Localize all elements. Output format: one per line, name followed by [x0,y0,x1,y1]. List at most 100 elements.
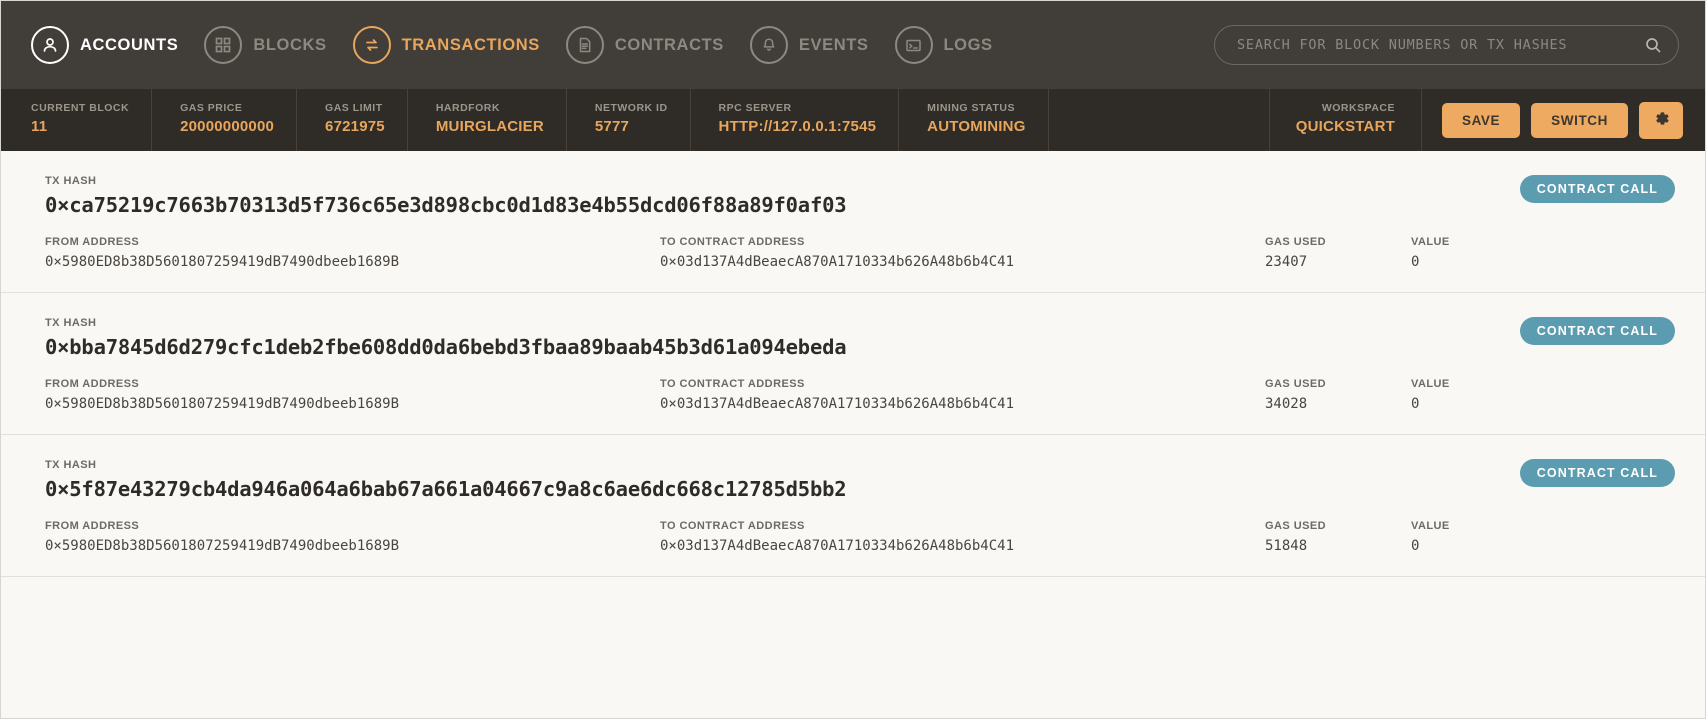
to-contract-address-value: 0×03d137A4dBeaecA870A1710334b626A48b6b4C… [660,396,1265,412]
status-value: MUIRGLACIER [436,118,544,135]
from-address-label: FROM ADDRESS [45,378,660,390]
from-address-label: FROM ADDRESS [45,520,660,532]
status-badge[interactable]: CONTRACT CALL [1520,317,1675,345]
nav-tab-label: EVENTS [799,36,869,55]
tx-value: VALUE 0 [1411,378,1541,412]
nav-tab-logs[interactable]: LOGS [895,26,993,64]
status-network-id: NETWORK ID 5777 [567,89,691,151]
status-gas-price: GAS PRICE 20000000000 [152,89,297,151]
nav-tab-contracts[interactable]: CONTRACTS [566,26,724,64]
tx-gas: GAS USED 34028 [1265,378,1411,412]
nav-tab-events[interactable]: EVENTS [750,26,869,64]
nav-tab-label: CONTRACTS [615,36,724,55]
table-row[interactable]: TX HASH 0×bba7845d6d279cfc1deb2fbe608dd0… [1,293,1705,435]
switch-button[interactable]: SWITCH [1531,103,1628,138]
table-row[interactable]: TX HASH 0×5f87e43279cb4da946a064a6bab67a… [1,435,1705,577]
to-contract-address-label: TO CONTRACT ADDRESS [660,520,1265,532]
bell-icon [750,26,788,64]
tx-from: FROM ADDRESS 0×5980ED8b38D5601807259419d… [45,378,660,412]
to-contract-address-label: TO CONTRACT ADDRESS [660,236,1265,248]
tx-hash-label: TX HASH [45,175,1675,187]
status-gas-limit: GAS LIMIT 6721975 [297,89,408,151]
to-contract-address-value: 0×03d137A4dBeaecA870A1710334b626A48b6b4C… [660,254,1265,270]
tx-hash-value: 0×bba7845d6d279cfc1deb2fbe608dd0da6bebd3… [45,335,1675,359]
tx-details: FROM ADDRESS 0×5980ED8b38D5601807259419d… [45,520,1675,554]
nav-tab-blocks[interactable]: BLOCKS [204,26,326,64]
tx-value: VALUE 0 [1411,520,1541,554]
tx-gas: GAS USED 23407 [1265,236,1411,270]
settings-button[interactable] [1639,102,1683,139]
to-contract-address-label: TO CONTRACT ADDRESS [660,378,1265,390]
tx-hash-value: 0×ca75219c7663b70313d5f736c65e3d898cbc0d… [45,193,1675,217]
gas-used-label: GAS USED [1265,236,1411,248]
tx-from: FROM ADDRESS 0×5980ED8b38D5601807259419d… [45,236,660,270]
nav-tab-label: BLOCKS [253,36,326,55]
status-value: HTTP://127.0.0.1:7545 [719,118,877,135]
value-value: 0 [1411,396,1541,412]
search-bar[interactable] [1214,25,1679,65]
person-icon [31,26,69,64]
gear-icon [1652,109,1671,131]
status-value: 11 [31,118,129,135]
tx-to: TO CONTRACT ADDRESS 0×03d137A4dBeaecA870… [660,378,1265,412]
value-label: VALUE [1411,236,1541,248]
gas-used-label: GAS USED [1265,520,1411,532]
tx-gas: GAS USED 51848 [1265,520,1411,554]
nav-tab-label: TRANSACTIONS [402,36,540,55]
status-workspace: WORKSPACE QUICKSTART [1270,89,1422,151]
tx-value: VALUE 0 [1411,236,1541,270]
status-buttons: SAVE SWITCH [1422,89,1705,151]
status-label: GAS PRICE [180,102,274,114]
tx-details: FROM ADDRESS 0×5980ED8b38D5601807259419d… [45,236,1675,270]
value-value: 0 [1411,254,1541,270]
search-input[interactable] [1237,37,1644,53]
workspace-value: QUICKSTART [1296,118,1395,135]
status-badge[interactable]: CONTRACT CALL [1520,175,1675,203]
gas-used-value: 51848 [1265,538,1411,554]
status-label: NETWORK ID [595,102,668,114]
document-icon [566,26,604,64]
from-address-value: 0×5980ED8b38D5601807259419dB7490dbeeb168… [45,254,660,270]
nav-tab-accounts[interactable]: ACCOUNTS [31,26,178,64]
status-value: 6721975 [325,118,385,135]
tx-details: FROM ADDRESS 0×5980ED8b38D5601807259419d… [45,378,1675,412]
nav-tab-label: ACCOUNTS [80,36,178,55]
nav-tab-transactions[interactable]: TRANSACTIONS [353,26,540,64]
value-value: 0 [1411,538,1541,554]
gas-used-value: 34028 [1265,396,1411,412]
tx-hash-label: TX HASH [45,459,1675,471]
nav-tab-label: LOGS [944,36,993,55]
to-contract-address-value: 0×03d137A4dBeaecA870A1710334b626A48b6b4C… [660,538,1265,554]
tx-to: TO CONTRACT ADDRESS 0×03d137A4dBeaecA870… [660,236,1265,270]
table-row[interactable]: TX HASH 0×ca75219c7663b70313d5f736c65e3d… [1,151,1705,293]
status-label: CURRENT BLOCK [31,102,129,114]
exchange-arrows-icon [353,26,391,64]
terminal-window-icon [895,26,933,64]
transactions-list: TX HASH 0×ca75219c7663b70313d5f736c65e3d… [1,151,1705,718]
status-current-block: CURRENT BLOCK 11 [1,89,152,151]
tx-hash-label: TX HASH [45,317,1675,329]
status-value: 20000000000 [180,118,274,135]
save-button[interactable]: SAVE [1442,103,1520,138]
from-address-label: FROM ADDRESS [45,236,660,248]
workspace-label: WORKSPACE [1322,102,1395,114]
status-label: HARDFORK [436,102,544,114]
blocks-grid-icon [204,26,242,64]
tx-from: FROM ADDRESS 0×5980ED8b38D5601807259419d… [45,520,660,554]
value-label: VALUE [1411,378,1541,390]
tx-to: TO CONTRACT ADDRESS 0×03d137A4dBeaecA870… [660,520,1265,554]
status-value: 5777 [595,118,668,135]
status-label: MINING STATUS [927,102,1025,114]
status-bar: CURRENT BLOCK 11 GAS PRICE 20000000000 G… [1,89,1705,151]
gas-used-value: 23407 [1265,254,1411,270]
top-navigation-bar: ACCOUNTS BLOCKS [1,1,1705,89]
status-rpc-server: RPC SERVER HTTP://127.0.0.1:7545 [691,89,900,151]
status-badge[interactable]: CONTRACT CALL [1520,459,1675,487]
from-address-value: 0×5980ED8b38D5601807259419dB7490dbeeb168… [45,396,660,412]
search-icon[interactable] [1644,36,1662,54]
status-spacer [1049,89,1270,151]
from-address-value: 0×5980ED8b38D5601807259419dB7490dbeeb168… [45,538,660,554]
status-label: GAS LIMIT [325,102,385,114]
status-mining-status: MINING STATUS AUTOMINING [899,89,1048,151]
gas-used-label: GAS USED [1265,378,1411,390]
